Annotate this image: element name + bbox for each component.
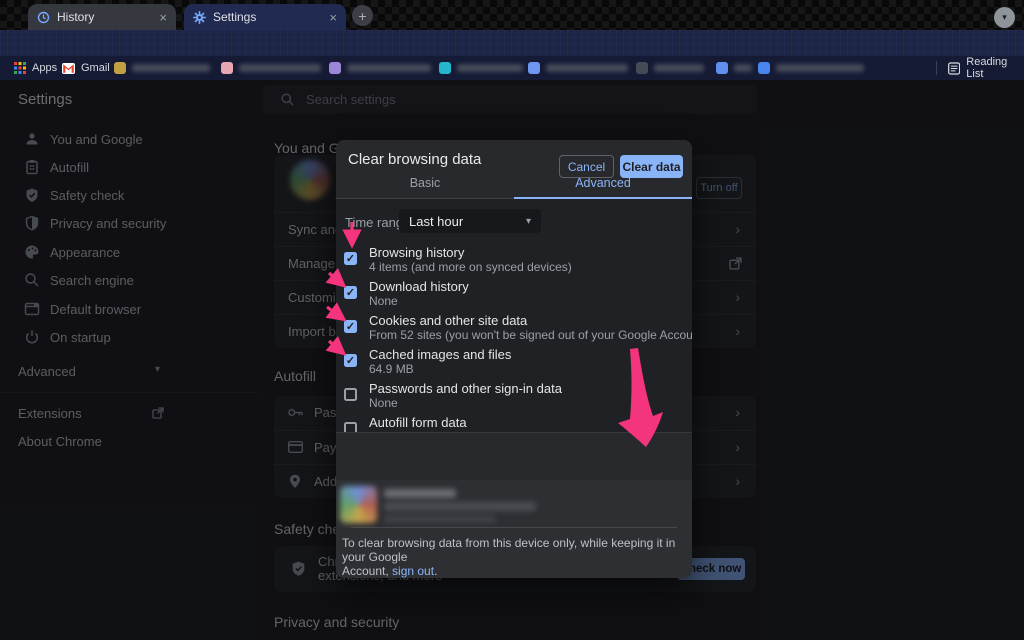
row-browsing-history[interactable]: Browsing history 4 items (and more on sy… (336, 243, 692, 277)
dialog-tab-basic[interactable]: Basic (336, 176, 514, 198)
checkbox-label: Autofill form data (369, 415, 467, 430)
checkbox-detail: 4 items (and more on synced devices) (369, 260, 572, 274)
clear-browsing-data-dialog: Clear browsing data Basic Advanced Time … (336, 140, 692, 578)
caret-down-icon: ▾ (525, 215, 531, 227)
bookmarks-divider (936, 61, 937, 75)
bookmark-item[interactable] (716, 56, 752, 80)
row-passwords-signin[interactable]: Passwords and other sign-in data None (336, 379, 692, 413)
reading-list-button[interactable]: Reading List (948, 56, 1024, 80)
bookmark-item[interactable] (329, 56, 431, 80)
new-tab-button[interactable]: + (352, 5, 373, 26)
bookmark-item[interactable] (439, 56, 523, 80)
dialog-checkbox-4[interactable] (344, 388, 357, 401)
tab-settings-label: Settings (213, 10, 257, 24)
bookmark-item[interactable] (114, 56, 210, 80)
dialog-tabs: Basic Advanced (336, 176, 692, 199)
time-range-value: Last hour (409, 213, 464, 229)
checkbox-detail: None (369, 396, 398, 410)
footnote-line2: Account, (342, 564, 393, 578)
settings-page: Settings Search settings You and Google … (0, 80, 1024, 640)
sign-out-link[interactable]: sign out (392, 564, 434, 578)
settings-gear-icon (193, 10, 206, 24)
tab-settings[interactable]: Settings × (184, 4, 346, 30)
footnote-line1: To clear browsing data from this device … (342, 536, 676, 564)
time-range-select[interactable]: Last hour ▾ (399, 209, 541, 233)
reading-list-label: Reading List (966, 56, 1008, 80)
bookmark-item[interactable] (221, 56, 321, 80)
blurred-account-email (384, 502, 536, 511)
bookmark-gmail[interactable]: Gmail (62, 56, 110, 80)
checkbox-label: Download history (369, 279, 469, 294)
checkbox-label: Browsing history (369, 245, 465, 260)
toolbar: ← → ⟳ Chrome | chrome://settings/clearBr… (0, 30, 1024, 84)
dialog-checkbox-1[interactable] (344, 286, 357, 299)
row-cookies[interactable]: Cookies and other site data From 52 site… (336, 311, 692, 345)
dialog-body: Time range Last hour ▾ Browsing history … (336, 199, 692, 432)
row-cached-images[interactable]: Cached images and files 64.9 MB (336, 345, 692, 379)
tab-history-label: History (57, 10, 95, 24)
tab-history-close-icon[interactable]: × (159, 11, 167, 24)
tab-strip-caret-button[interactable]: ▾ (994, 7, 1015, 28)
dialog-checkbox-2[interactable] (344, 320, 357, 333)
checkbox-label: Cookies and other site data (369, 313, 528, 328)
dialog-checkbox-5[interactable] (344, 422, 357, 432)
bookmark-gmail-label: Gmail (81, 62, 110, 74)
bookmark-item[interactable] (528, 56, 628, 80)
history-clock-icon (37, 11, 50, 23)
checkbox-label: Passwords and other sign-in data (369, 381, 562, 396)
blurred-account-name (384, 489, 456, 498)
account-divider (351, 527, 677, 528)
bookmark-item[interactable] (636, 56, 704, 80)
checkbox-label: Cached images and files (369, 347, 512, 362)
checkbox-detail: None (369, 294, 398, 308)
row-autofill-form-data[interactable]: Autofill form data (336, 413, 692, 432)
dialog-footnote: To clear browsing data from this device … (342, 536, 682, 578)
dialog-checkbox-0[interactable] (344, 252, 357, 265)
checkbox-detail: 64.9 MB (369, 362, 414, 376)
tab-settings-close-icon[interactable]: × (329, 11, 337, 24)
apps-grid-icon (14, 62, 26, 74)
dialog-checkbox-3[interactable] (344, 354, 357, 367)
bookmarks-bar: Apps Gmail Reading List (0, 56, 1024, 80)
blurred-account-meta (384, 515, 496, 523)
clear-data-button[interactable]: Clear data (620, 155, 683, 178)
reading-list-icon (948, 61, 961, 75)
tab-strip: History × Settings × + ▾ (0, 0, 1024, 30)
footnote-period: . (434, 564, 438, 578)
tab-history[interactable]: History × (28, 4, 176, 30)
dialog-account-section: To clear browsing data from this device … (336, 480, 692, 578)
bookmark-item[interactable] (758, 56, 864, 80)
bookmark-apps-label: Apps (32, 62, 58, 74)
account-avatar (340, 486, 377, 523)
row-download-history[interactable]: Download history None (336, 277, 692, 311)
bookmark-apps[interactable]: Apps (14, 56, 57, 80)
gmail-icon (62, 62, 75, 74)
dialog-title: Clear browsing data (348, 151, 482, 168)
dialog-button-bar (336, 432, 692, 481)
dialog-tab-advanced[interactable]: Advanced (514, 176, 692, 198)
cancel-button[interactable]: Cancel (559, 155, 614, 178)
checkbox-detail: From 52 sites (you won't be signed out o… (369, 328, 692, 342)
